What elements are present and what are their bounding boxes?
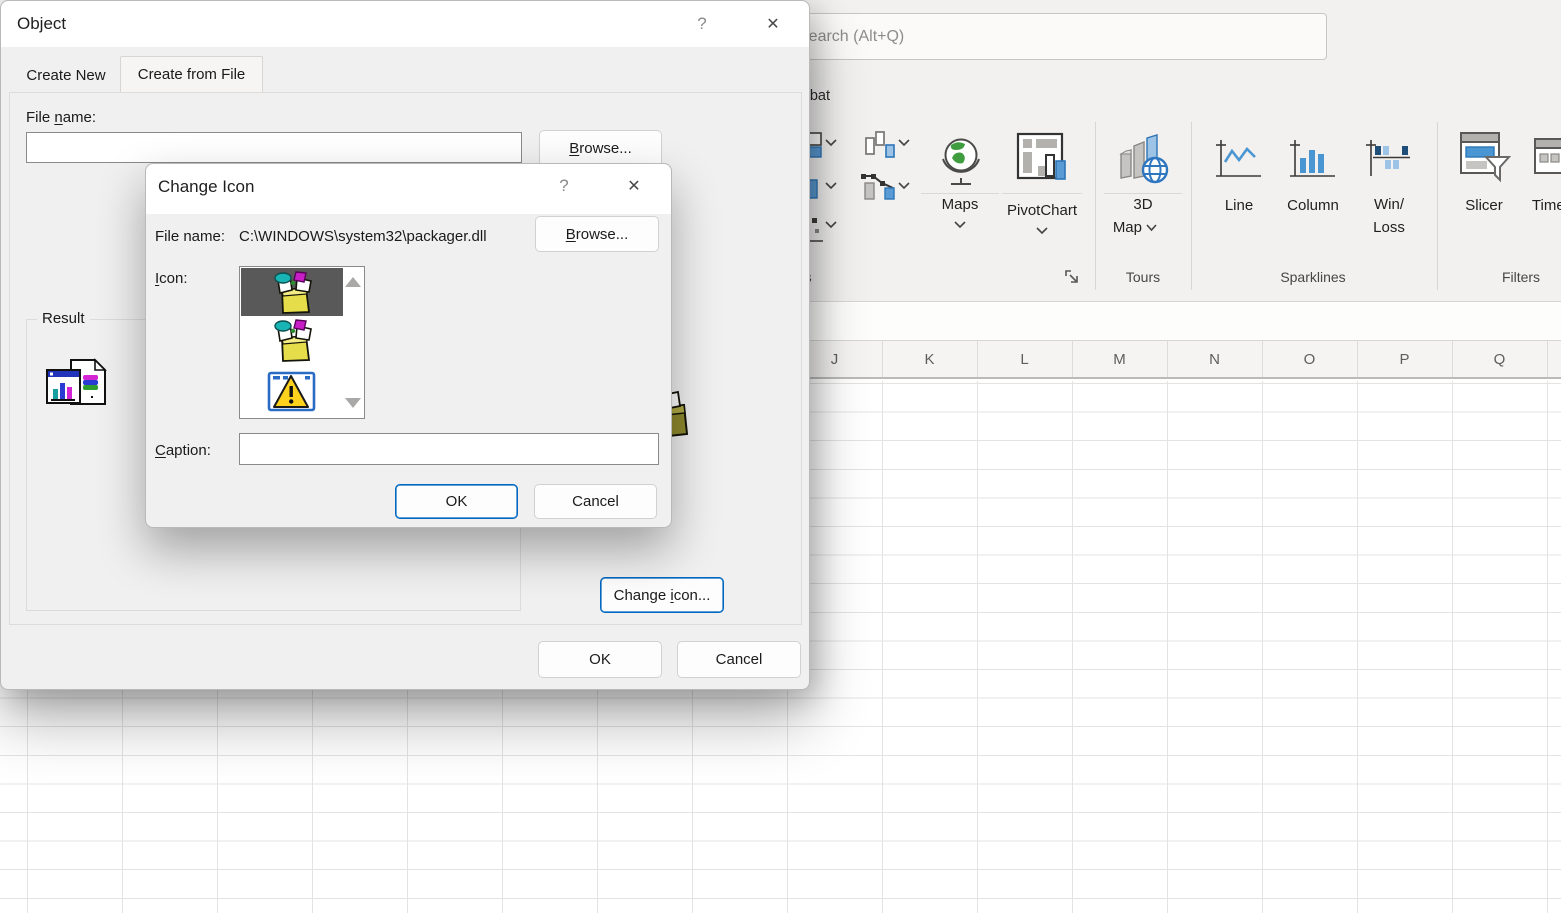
icon-option-warning[interactable]: [241, 366, 343, 416]
maps-button[interactable]: Maps: [920, 196, 1000, 213]
tours-group-label: Tours: [1125, 269, 1161, 285]
package-icon: [274, 319, 312, 362]
split-button-divider: [921, 193, 999, 194]
sparklines-group-label: Sparklines: [1280, 269, 1346, 285]
object-dialog-title: Object: [17, 14, 67, 33]
warning-icon: [267, 371, 316, 412]
3d-map-icon[interactable]: [1117, 132, 1171, 188]
icon-listbox[interactable]: [239, 266, 365, 419]
result-label: Result: [37, 310, 90, 327]
caption-input[interactable]: [239, 433, 659, 465]
icon-label: Icon:: [155, 270, 188, 287]
stock-chart-icon[interactable]: [862, 130, 898, 160]
slicer-button[interactable]: Slicer: [1454, 197, 1514, 214]
chevron-down-icon[interactable]: [898, 139, 910, 147]
split-button-divider: [1104, 193, 1182, 194]
group-separator: [1095, 122, 1096, 290]
cancel-button[interactable]: Cancel: [677, 641, 801, 678]
cancel-button[interactable]: Cancel: [534, 484, 657, 519]
change-icon-title: Change Icon: [158, 177, 255, 196]
timeline-icon[interactable]: [1533, 131, 1561, 183]
file-path-text: C:\WINDOWS\system32\packager.dll: [239, 228, 487, 245]
3d-map-button[interactable]: 3D: [1112, 196, 1174, 213]
pivotchart-button[interactable]: PivotChart: [1001, 202, 1083, 219]
column-sparkline-icon[interactable]: [1288, 138, 1338, 180]
winloss-sparkline-icon[interactable]: [1364, 138, 1414, 180]
excel-window: Search (Alt+Q) Acrobat Maps: [0, 0, 1561, 913]
close-icon: ✕: [627, 178, 641, 195]
ok-button[interactable]: OK: [395, 484, 518, 519]
column-header-n[interactable]: N: [1167, 341, 1262, 377]
ole-object-result-icon: [46, 358, 107, 405]
caption-label: Caption:: [155, 442, 211, 459]
split-button-divider: [1002, 193, 1082, 194]
help-button[interactable]: ?: [687, 12, 717, 36]
close-button[interactable]: ✕: [619, 174, 649, 198]
pivotchart-icon[interactable]: [1016, 132, 1068, 188]
icon-option-package[interactable]: [241, 316, 343, 364]
chevron-down-icon[interactable]: [825, 139, 837, 147]
chevron-down-icon[interactable]: [1036, 227, 1048, 235]
winloss-sparkline-button-line2[interactable]: Loss: [1359, 219, 1419, 236]
column-header-l[interactable]: L: [977, 341, 1072, 377]
column-header-k[interactable]: K: [882, 341, 977, 377]
scroll-up-arrow[interactable]: [345, 277, 361, 287]
3d-map-label: Map: [1112, 219, 1142, 236]
maps-icon[interactable]: [936, 134, 986, 190]
line-sparkline-button[interactable]: Line: [1209, 197, 1269, 214]
close-button[interactable]: ✕: [758, 12, 788, 36]
column-header-p[interactable]: P: [1357, 341, 1452, 377]
help-icon: ?: [697, 14, 707, 33]
chevron-down-icon: [1146, 224, 1157, 232]
help-icon: ?: [559, 176, 569, 195]
line-sparkline-icon[interactable]: [1214, 138, 1264, 180]
chevron-down-icon[interactable]: [825, 182, 837, 190]
column-header-o[interactable]: O: [1262, 341, 1357, 377]
column-header-q[interactable]: Q: [1452, 341, 1547, 377]
chevron-down-icon[interactable]: [898, 182, 910, 190]
column-header-m[interactable]: M: [1072, 341, 1167, 377]
chevron-down-icon[interactable]: [825, 221, 837, 229]
charts-dialog-launcher-icon[interactable]: [1064, 269, 1082, 287]
close-icon: ✕: [766, 16, 780, 33]
slicer-icon[interactable]: [1459, 131, 1511, 183]
tab-create-new[interactable]: Create New: [13, 59, 119, 92]
scroll-down-arrow[interactable]: [345, 398, 361, 408]
waterfall-chart-icon[interactable]: [860, 170, 898, 202]
column-sparkline-button[interactable]: Column: [1283, 197, 1343, 214]
change-icon-button[interactable]: Change icon...: [600, 577, 724, 613]
file-name-label: File name:: [155, 228, 226, 245]
filters-group-label: Filters: [1501, 269, 1541, 285]
file-name-input[interactable]: [26, 132, 522, 163]
ok-button[interactable]: OK: [538, 641, 662, 678]
timeline-button[interactable]: Timeline: [1528, 197, 1561, 214]
browse-button[interactable]: Browse...: [539, 130, 662, 167]
tab-create-from-file[interactable]: Create from File: [120, 56, 263, 92]
change-icon-dialog: Change Icon ? ✕ File name: C:\WINDOWS\sy…: [145, 163, 672, 528]
browse-button[interactable]: Browse...: [535, 216, 659, 252]
winloss-sparkline-button[interactable]: Win/: [1359, 196, 1419, 213]
chevron-down-icon[interactable]: [954, 221, 966, 229]
group-separator: [1437, 122, 1438, 290]
3d-map-button-line2[interactable]: Map: [1100, 219, 1170, 236]
group-separator: [1191, 122, 1192, 290]
help-button[interactable]: ?: [549, 174, 579, 198]
file-name-label: File name:: [26, 109, 97, 126]
package-icon: [274, 271, 312, 314]
icon-option-package-selected[interactable]: [241, 268, 343, 316]
